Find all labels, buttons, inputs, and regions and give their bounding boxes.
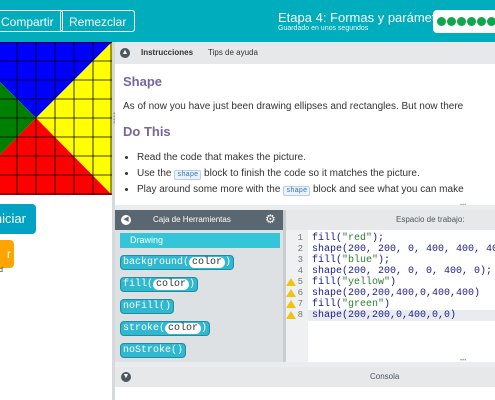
warning-icon[interactable] [286, 300, 296, 308]
warning-icon[interactable] [286, 311, 296, 319]
toolbox-title: Caja de Herramientas [153, 215, 231, 224]
toolbox-header: ◀ Caja de Herramientas ⚙ [115, 210, 283, 230]
stage-title: Etapa 4: Formas y parámetros [278, 10, 454, 25]
top-bar: Compartir Remezclar Etapa 4: Formas y pa… [0, 0, 495, 42]
progress-dot[interactable] [437, 17, 446, 26]
warning-icon[interactable] [286, 289, 296, 297]
code-line[interactable]: fill("yellow") [312, 277, 396, 288]
code-line[interactable]: shape(200,200,400,0,400,400) [312, 288, 480, 299]
line-gutter: 12345678 [286, 230, 308, 362]
drawing-output [0, 42, 112, 195]
code-line[interactable]: shape(200, 200, 0, 0, 400, 0); [312, 266, 492, 277]
progress-dot[interactable] [457, 17, 466, 26]
instructions-header: ▲ Instrucciones Tips de ayuda [115, 42, 495, 64]
toolbox-body: Drawing background(color) fill(color) no… [115, 230, 283, 362]
list-item: Play around some more with the shape blo… [137, 182, 464, 198]
instructions-paragraph: As of now you have just been drawing ell… [123, 101, 464, 112]
code-line[interactable]: fill("red"); [312, 233, 384, 244]
shape-keyword: shape [283, 186, 311, 196]
remix-button[interactable]: Remezclar [60, 10, 136, 32]
step-button[interactable]: r [0, 240, 14, 268]
progress-dot[interactable] [467, 17, 476, 26]
block-nofill[interactable]: noFill() [120, 299, 175, 314]
code-line[interactable]: shape(200,200,0,400,0,0) [312, 310, 456, 321]
block-nostroke[interactable]: noStroke() [120, 343, 187, 358]
line-number: 1 [297, 233, 303, 243]
stage-progress[interactable] [433, 10, 495, 33]
instructions-heading: Shape [123, 74, 163, 89]
progress-dot[interactable] [477, 17, 486, 26]
warning-icon[interactable] [286, 278, 296, 286]
progress-dot[interactable] [487, 17, 495, 26]
instructions-body: Shape As of now you have just been drawi… [115, 64, 495, 205]
list-item: Read the code that makes the picture. [137, 150, 464, 166]
workspace-title: Espacio de trabajo: [396, 215, 465, 224]
tab-help-tips[interactable]: Tips de ayuda [208, 48, 258, 57]
visualization-canvas [0, 42, 112, 195]
collapse-chevron-icon[interactable]: ▼ [121, 372, 131, 382]
code-line[interactable]: fill("green") [312, 299, 390, 310]
left-note: d [0, 267, 3, 274]
run-button[interactable]: niciar [0, 204, 36, 234]
code-line[interactable]: fill("blue"); [312, 255, 390, 266]
console-header: ▼ Consola [115, 367, 495, 387]
line-number: 2 [297, 244, 303, 254]
share-button[interactable]: Compartir [0, 10, 63, 32]
tab-instructions[interactable]: Instrucciones [141, 48, 193, 57]
line-number: 4 [297, 266, 303, 276]
line-number: 3 [297, 255, 303, 265]
shape-keyword: shape [174, 170, 202, 180]
category-drawing[interactable]: Drawing [120, 233, 280, 248]
block-stroke[interactable]: stroke(color) [120, 321, 211, 336]
code-editor[interactable]: 12345678 fill("red"); shape(200, 200, 0, … [286, 230, 495, 362]
instructions-list: Read the code that makes the picture. Us… [123, 150, 464, 198]
code-line[interactable]: shape(200, 200, 0, 400, 400, 400); [312, 244, 495, 255]
collapse-chevron-icon[interactable]: ▲ [120, 48, 130, 58]
do-this-heading: Do This [123, 124, 171, 139]
console-output[interactable] [115, 387, 495, 400]
progress-dot[interactable] [447, 17, 456, 26]
block-fill[interactable]: fill(color) [120, 277, 199, 292]
workspace-header: Espacio de trabajo: [286, 210, 495, 230]
collapse-chevron-icon[interactable]: ◀ [121, 215, 131, 225]
save-status: Guardado en unos segundos [278, 25, 369, 32]
gear-icon[interactable]: ⚙ [265, 212, 276, 226]
block-background[interactable]: background(color) [120, 255, 235, 270]
list-item: Use the shape block to finish the code s… [137, 166, 464, 182]
console-title: Consola [370, 372, 400, 381]
